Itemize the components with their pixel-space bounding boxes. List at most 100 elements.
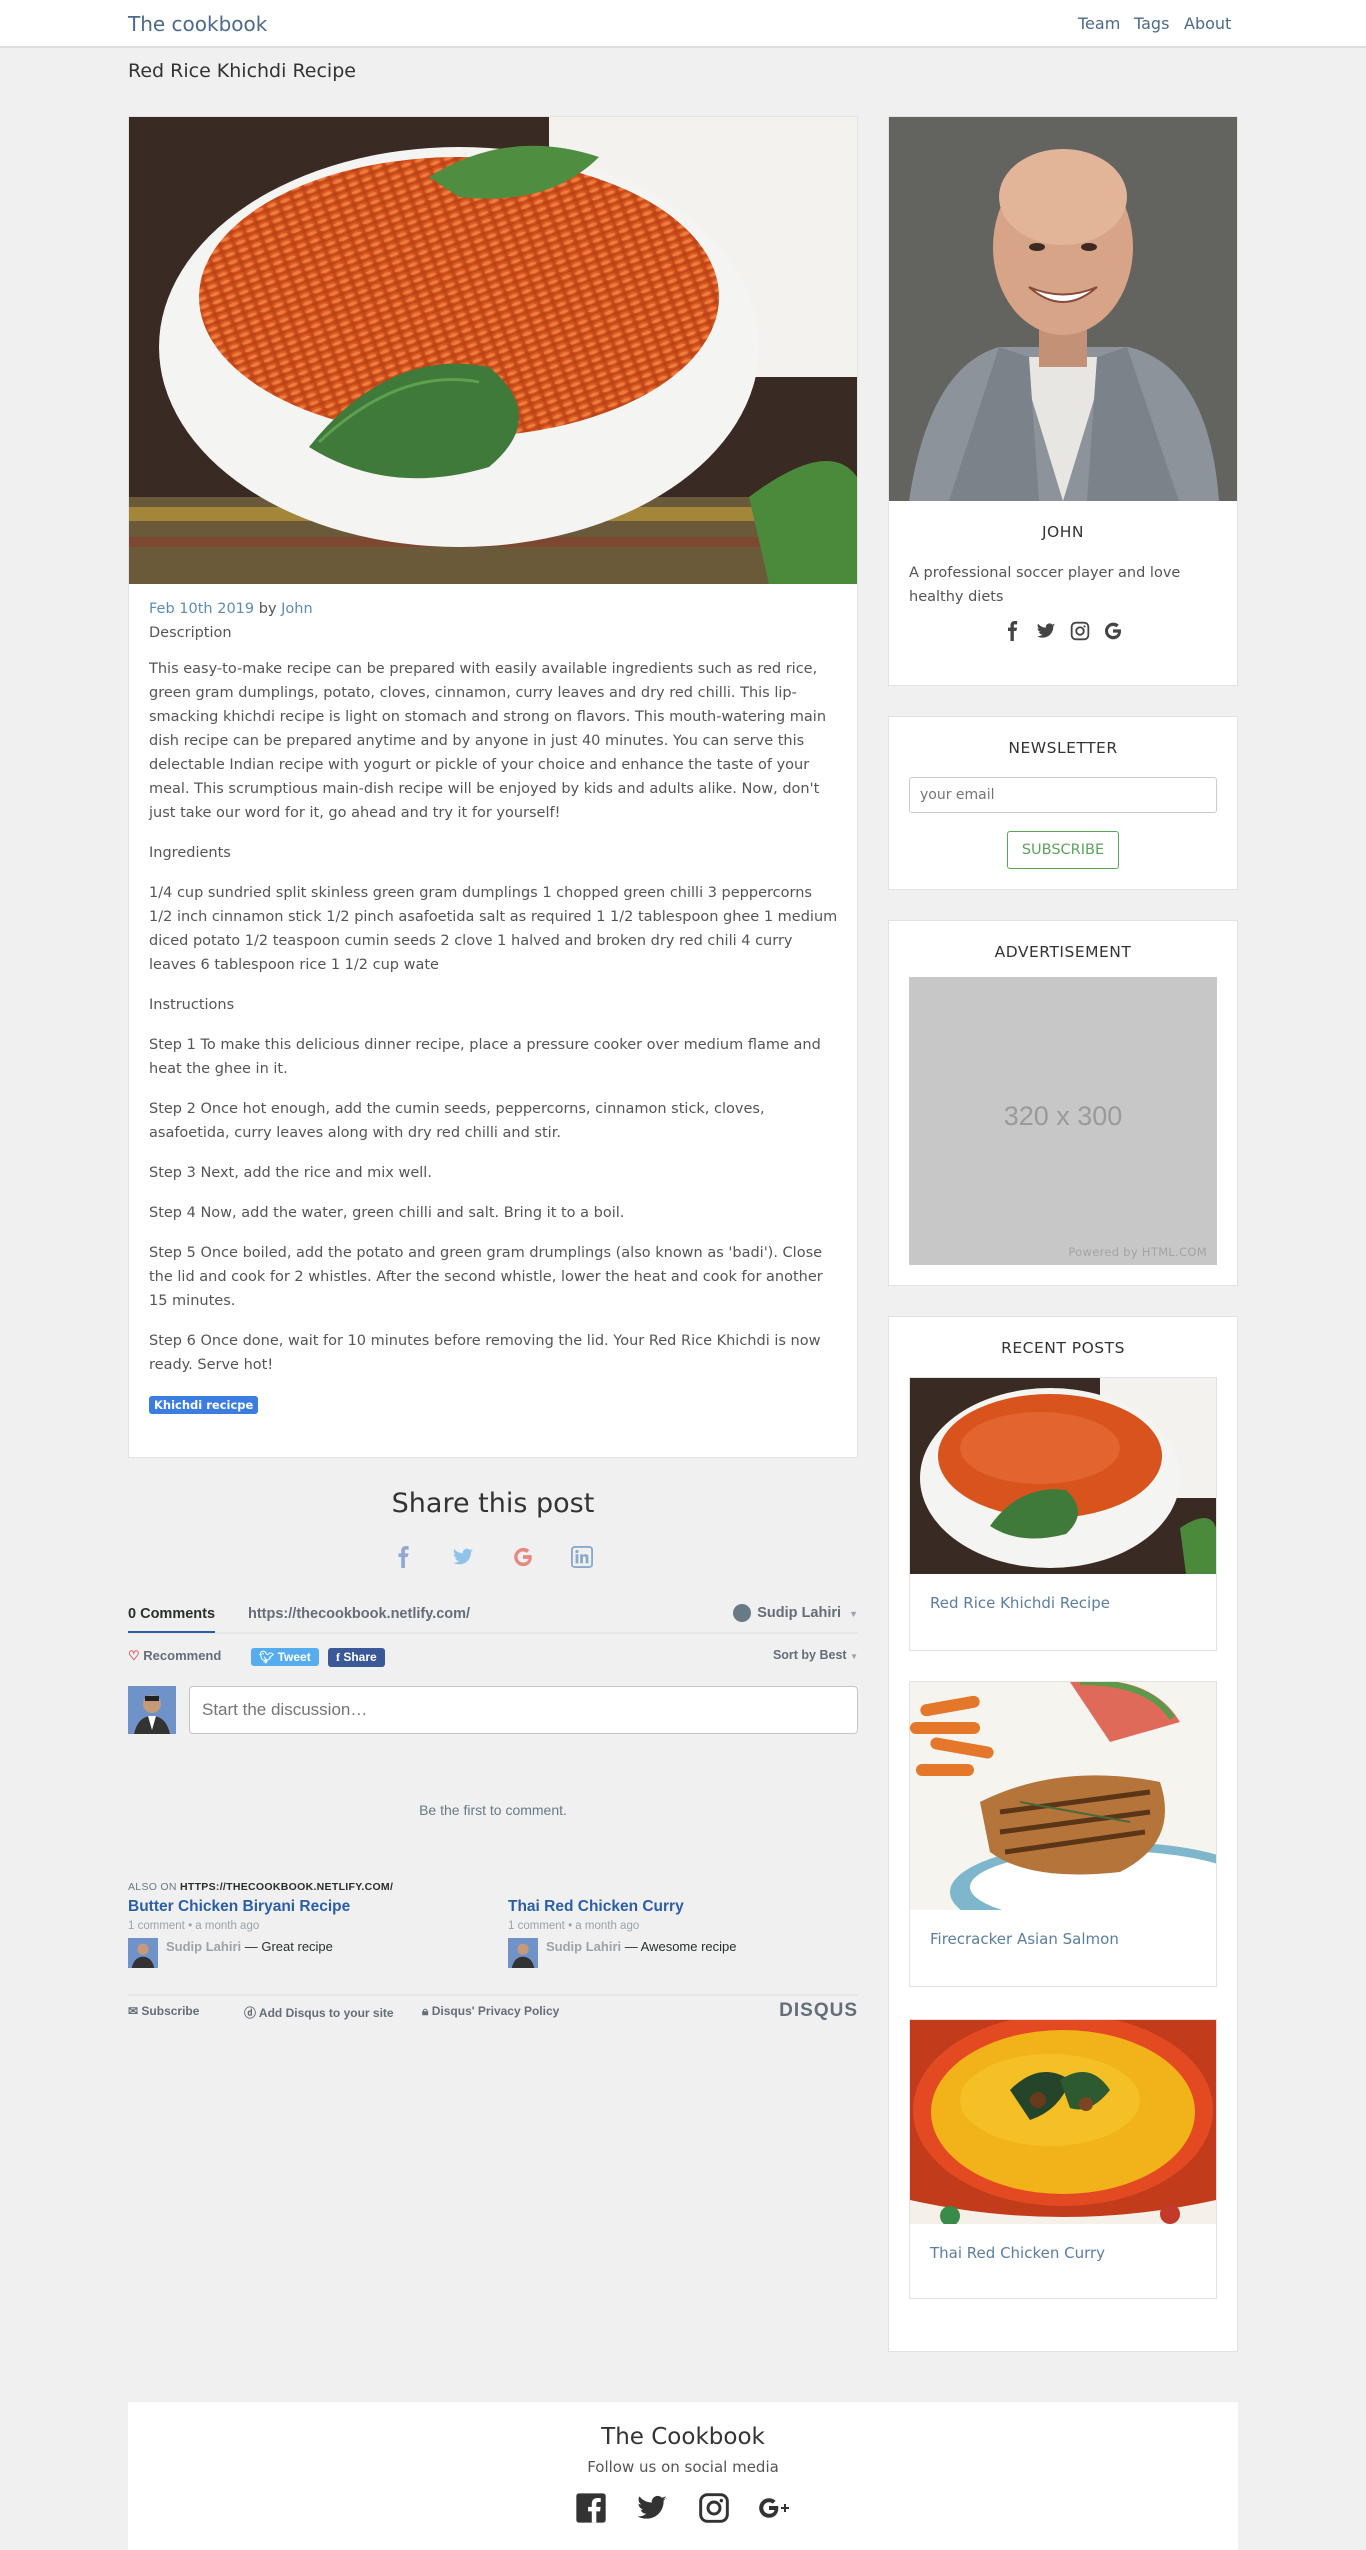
recommend-button[interactable]: ♡ Recommend	[128, 1648, 221, 1664]
avatar	[128, 1938, 158, 1968]
instruction-step: Step 3 Next, add the rice and mix well.	[149, 1165, 432, 1181]
recent-post-item[interactable]: Red Rice Khichdi Recipe	[909, 1377, 1217, 1651]
post-card: Feb 10th 2019 by John Description This e…	[128, 116, 858, 1458]
recent-posts-card: RECENT POSTS Red Rice Khichdi Recipe Fir…	[888, 1316, 1238, 2352]
top-navbar: The cookbook Team Tags About	[0, 0, 1366, 48]
subscribe-label: Subscribe	[141, 2004, 200, 2018]
recent-post-item[interactable]: Thai Red Chicken Curry	[909, 2019, 1217, 2299]
instructions-heading: Instructions	[149, 997, 235, 1013]
twitter-icon[interactable]	[452, 1546, 474, 1568]
author-bio: A professional soccer player and love he…	[909, 565, 1181, 605]
nav-link-tags[interactable]: Tags	[1134, 14, 1169, 33]
nav-link-team[interactable]: Team	[1078, 14, 1120, 33]
nav-link-about[interactable]: About	[1184, 14, 1231, 33]
related-comment: Sudip Lahiri — Great recipe	[128, 1938, 488, 1968]
disqus-logo[interactable]: DISQUS	[779, 2000, 858, 2022]
sort-label: Sort by Best	[772, 1648, 847, 1662]
author-card: JOHN A professional soccer player and lo…	[888, 116, 1238, 686]
post-author-link[interactable]: John	[281, 601, 313, 617]
commenter-avatar	[128, 1686, 176, 1734]
sort-dropdown[interactable]: Sort by Best ▼	[773, 1648, 858, 1662]
disqus-tabs: 0 Comments https://thecookbook.netlify.c…	[128, 1598, 858, 1634]
recent-post-title[interactable]: Red Rice Khichdi Recipe	[930, 1594, 1110, 1612]
share-label: Share	[343, 1650, 377, 1664]
recent-post-image[interactable]	[910, 2020, 1216, 2224]
chevron-down-icon: ▼	[849, 1608, 858, 1619]
site-url-tab[interactable]: https://thecookbook.netlify.com/	[248, 1606, 470, 1622]
author-socials	[889, 621, 1237, 645]
twitter-icon[interactable]	[1036, 621, 1056, 641]
tweet-label: Tweet	[277, 1650, 311, 1664]
footer-socials	[128, 2492, 1238, 2524]
also-on-site[interactable]: HTTPS://THECOOKBOOK.NETLIFY.COM/	[180, 1881, 393, 1893]
subscribe-button[interactable]: SUBSCRIBE	[1007, 831, 1119, 869]
instagram-icon[interactable]	[698, 2492, 730, 2524]
disqus-user-menu[interactable]: Sudip Lahiri ▼	[733, 1604, 858, 1622]
description-heading: Description	[149, 625, 232, 641]
comment-input[interactable]	[189, 1686, 858, 1734]
post-date[interactable]: Feb 10th 2019	[149, 601, 254, 617]
google-icon[interactable]	[1103, 621, 1123, 641]
footer-subtitle: Follow us on social media	[587, 2458, 779, 2476]
newsletter-title: NEWSLETTER	[1008, 739, 1118, 757]
post-by-label: by	[258, 601, 277, 617]
recent-post-image[interactable]	[910, 1682, 1216, 1910]
ingredients-heading: Ingredients	[149, 845, 231, 861]
privacy-label: Disqus' Privacy Policy	[431, 2004, 560, 2018]
related-comment: Sudip Lahiri — Awesome recipe	[508, 1938, 868, 1968]
disqus-footer: ✉ Subscribe ⓓ Add Disqus to your site 🔒︎…	[128, 1994, 858, 2022]
instruction-step: Step 6 Once done, wait for 10 minutes be…	[149, 1333, 821, 1373]
related-meta: 1 comment • a month ago	[128, 1920, 260, 1932]
share-title: Share this post	[391, 1488, 595, 1519]
related-comment-text: — Great recipe	[244, 1939, 333, 1954]
subscribe-link[interactable]: ✉ Subscribe	[128, 2004, 199, 2018]
related-title[interactable]: Butter Chicken Biryani Recipe	[128, 1898, 488, 1916]
ad-powered-by: Powered by HTML.COM	[1068, 1245, 1207, 1259]
email-field[interactable]	[909, 777, 1217, 813]
also-on-label: ALSO ON HTTPS://THECOOKBOOK.NETLIFY.COM/	[128, 1881, 393, 1893]
also-on-prefix: ALSO ON	[128, 1881, 180, 1893]
linkedin-icon[interactable]	[570, 1546, 593, 1568]
author-name: JOHN	[1041, 523, 1085, 541]
recent-post-item[interactable]: Firecracker Asian Salmon	[909, 1681, 1217, 1987]
instruction-step: Step 5 Once boiled, add the potato and g…	[149, 1245, 823, 1309]
facebook-icon: f	[336, 1650, 340, 1664]
facebook-icon[interactable]	[575, 2492, 607, 2524]
related-discussion[interactable]: Thai Red Chicken Curry 1 comment • a mon…	[508, 1898, 868, 1968]
recent-post-image[interactable]	[910, 1378, 1216, 1574]
comments-count-tab[interactable]: 0 Comments	[128, 1606, 216, 1633]
privacy-policy-link[interactable]: 🔒︎ Disqus' Privacy Policy	[422, 2004, 559, 2019]
facebook-icon[interactable]	[393, 1546, 415, 1568]
envelope-icon: ✉	[128, 2004, 139, 2018]
avatar	[508, 1938, 538, 1968]
instruction-step: Step 4 Now, add the water, green chilli …	[149, 1205, 625, 1221]
advertisement-card: ADVERTISEMENT 320 x 300 Powered by HTML.…	[888, 920, 1238, 1286]
related-author[interactable]: Sudip Lahiri	[166, 1939, 241, 1954]
facebook-icon[interactable]	[1003, 621, 1023, 641]
tweet-button[interactable]: 🐦︎ Tweet	[251, 1648, 319, 1666]
related-author[interactable]: Sudip Lahiri	[546, 1939, 621, 1954]
related-title[interactable]: Thai Red Chicken Curry	[508, 1898, 868, 1916]
ad-size-label: 320 x 300	[1003, 1101, 1123, 1131]
tag-badge[interactable]: Khichdi recicpe	[149, 1396, 259, 1414]
instruction-step: Step 1 To make this delicious dinner rec…	[149, 1037, 821, 1077]
description-text: This easy-to-make recipe can be prepared…	[149, 661, 827, 821]
related-comment-text: — Awesome recipe	[624, 1939, 737, 1954]
add-disqus-link[interactable]: ⓓ Add Disqus to your site	[244, 2004, 394, 2021]
advertisement-title: ADVERTISEMENT	[994, 943, 1132, 961]
twitter-icon[interactable]	[636, 2492, 668, 2524]
page-footer: The Cookbook Follow us on social media	[128, 2402, 1238, 2550]
related-discussion[interactable]: Butter Chicken Biryani Recipe 1 comment …	[128, 1898, 488, 1968]
author-photo	[889, 117, 1237, 501]
instagram-icon[interactable]	[1070, 621, 1090, 641]
brand-link[interactable]: The cookbook	[128, 12, 267, 36]
google-plus-icon[interactable]	[758, 2492, 791, 2524]
recent-post-title[interactable]: Thai Red Chicken Curry	[930, 2244, 1105, 2262]
recent-post-title[interactable]: Firecracker Asian Salmon	[930, 1930, 1119, 1948]
add-disqus-label: Add Disqus to your site	[258, 2006, 394, 2020]
disqus-username: Sudip Lahiri	[757, 1604, 842, 1621]
google-icon[interactable]	[512, 1546, 534, 1568]
share-button[interactable]: f Share	[328, 1648, 385, 1667]
empty-comments-message: Be the first to comment.	[419, 1802, 567, 1818]
ad-placeholder[interactable]: 320 x 300 Powered by HTML.COM	[909, 977, 1217, 1265]
